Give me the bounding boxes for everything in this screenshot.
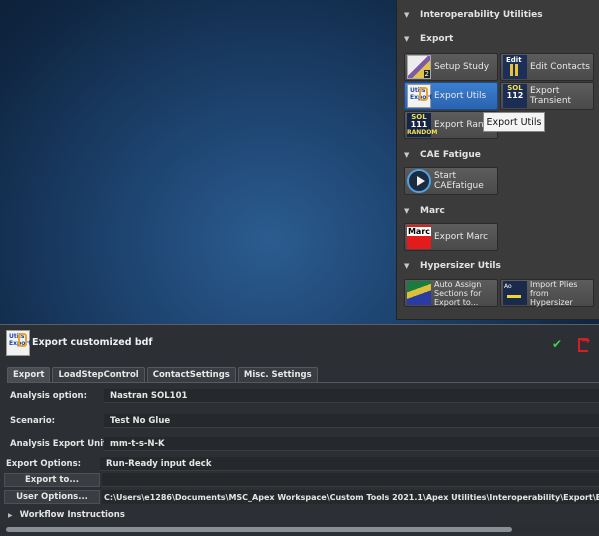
dialog-header: Utils Export Export customized bdf ✔	[0, 325, 599, 363]
tab-bar: Export LoadStepControl ContactSettings M…	[7, 367, 320, 382]
tooltip: Export Utils	[483, 112, 545, 132]
tab-misc-settings[interactable]: Misc. Settings	[237, 367, 318, 382]
export-units-label: Analysis Export Units:	[10, 439, 116, 449]
scenario-select[interactable]: Test No Glue	[104, 414, 599, 428]
start-caefatigue-button[interactable]: Start CAEfatigue	[404, 167, 498, 195]
section-cae-fatigue[interactable]: ▼ CAE Fatigue	[397, 147, 599, 163]
export-utils-icon: Utils Export	[6, 330, 31, 356]
export-transient-button[interactable]: SOL 112 Export Transient	[500, 82, 594, 110]
sol112-icon: SOL 112	[503, 84, 527, 108]
workflow-instructions[interactable]: ▶ Workflow Instructions	[8, 510, 125, 520]
sections-icon	[407, 281, 431, 305]
tab-contactsettings[interactable]: ContactSettings	[146, 367, 236, 382]
tab-divider	[7, 382, 599, 383]
collapse-triangle-icon: ▼	[404, 11, 410, 19]
import-plies-icon	[503, 281, 527, 305]
scrollbar-thumb[interactable]	[6, 527, 512, 532]
export-options-select[interactable]: Run-Ready input deck	[100, 457, 599, 471]
section-marc[interactable]: ▼ Marc	[397, 203, 599, 219]
export-utils-button[interactable]: Utils Export Export Utils	[404, 82, 498, 110]
export-marc-button[interactable]: Marc Export Marc	[404, 223, 498, 251]
edit-contacts-icon: Edit	[503, 55, 527, 79]
analysis-option-label: Analysis option:	[10, 391, 88, 401]
export-units-select[interactable]: mm-t-s-N-K	[104, 437, 599, 451]
edit-contacts-button[interactable]: Edit Edit Contacts	[500, 53, 594, 81]
analysis-option-select[interactable]: Nastran SOL101	[104, 389, 599, 403]
play-icon	[407, 169, 431, 193]
collapse-triangle-icon: ▼	[404, 262, 410, 270]
import-plies-button[interactable]: Import Plies from Hypersizer	[500, 279, 594, 307]
exit-icon[interactable]	[578, 334, 591, 352]
scenario-label: Scenario:	[10, 416, 56, 426]
marc-icon: Marc	[407, 225, 431, 249]
collapse-triangle-icon: ▼	[404, 151, 410, 159]
section-export[interactable]: ▼ Export	[397, 31, 599, 47]
book-icon	[407, 55, 431, 79]
tool-panel: ▼ Interoperability Utilities ▼ Export Se…	[396, 0, 599, 320]
panel-header[interactable]: ▼ Interoperability Utilities	[397, 7, 599, 23]
section-export-label: Export	[420, 34, 454, 44]
auto-assign-sections-button[interactable]: Auto Assign Sections for Export to...	[404, 279, 498, 307]
tab-loadstepcontrol[interactable]: LoadStepControl	[52, 367, 145, 382]
export-to-field[interactable]	[102, 473, 599, 487]
dialog-title: Export customized bdf	[32, 337, 153, 348]
user-options-button[interactable]: User Options...	[4, 490, 100, 504]
sol111-random-icon: SOL 111 RANDOM	[407, 113, 438, 137]
export-to-button[interactable]: Export to...	[4, 473, 100, 487]
setup-study-button[interactable]: Setup Study	[404, 53, 498, 81]
panel-title: Interoperability Utilities	[420, 10, 543, 20]
export-dialog: Utils Export Export customized bdf ✔ Exp…	[0, 324, 599, 536]
export-utils-icon: Utils Export	[407, 84, 432, 108]
tab-export[interactable]: Export	[7, 367, 51, 382]
check-icon[interactable]: ✔	[552, 337, 562, 351]
export-options-label: Export Options:	[6, 459, 82, 469]
expand-triangle-icon: ▶	[8, 511, 13, 519]
section-hypersizer[interactable]: ▼ Hypersizer Utils	[397, 258, 599, 274]
user-options-path[interactable]: C:\Users\e1286\Documents\MSC_Apex Worksp…	[102, 490, 599, 504]
collapse-triangle-icon: ▼	[404, 207, 410, 215]
collapse-triangle-icon: ▼	[404, 35, 410, 43]
